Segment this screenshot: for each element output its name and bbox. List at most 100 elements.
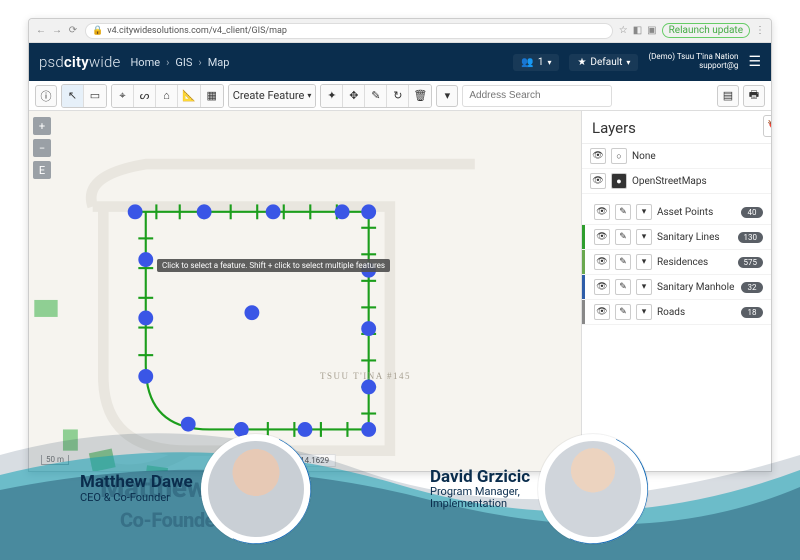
edit-tools: ✦ ✥ ✎ ↻ 🗑: [320, 84, 432, 108]
zoom-controls: + − E: [33, 117, 51, 179]
url-text: v4.citywidesolutions.com/v4_client/GIS/m…: [107, 26, 287, 36]
edit-icon[interactable]: ✎: [615, 229, 631, 245]
layer-roads[interactable]: 👁 ✎ ▾ Roads 18: [582, 300, 771, 325]
hamburger-icon[interactable]: ☰: [748, 54, 761, 70]
map-canvas[interactable]: + − E: [29, 111, 581, 471]
brush-tool[interactable]: ✦: [321, 85, 343, 107]
print-button[interactable]: 🖶: [743, 85, 765, 107]
chevron-down-icon: ▾: [547, 58, 551, 67]
locate-tool[interactable]: ᔕ: [134, 85, 156, 107]
layer-residences[interactable]: 👁 ✎ ▾ Residences 575: [582, 250, 771, 275]
account-info: (Demo) Tsuu T'ina Nation support@g: [648, 53, 738, 71]
measure-tool[interactable]: 📐: [178, 85, 201, 107]
presenter-1-name: Matthew Dawe: [80, 474, 193, 492]
filter-tool[interactable]: ▦: [201, 85, 223, 107]
layer-label: Sanitary Lines: [657, 232, 733, 243]
content-area: + − E: [29, 111, 771, 471]
create-feature-button[interactable]: Create Feature ▾: [229, 85, 316, 107]
layer-count: 32: [741, 282, 763, 293]
layer-asset-points[interactable]: 👁 ✎ ▾ Asset Points 40: [582, 200, 771, 225]
edit-icon[interactable]: ✎: [615, 254, 631, 270]
eye-icon[interactable]: 👁: [590, 148, 606, 164]
extent-button[interactable]: E: [33, 161, 51, 179]
redo-tool[interactable]: ↻: [387, 85, 409, 107]
pointer-tool[interactable]: ↖: [62, 85, 84, 107]
presenter-2-text: David Grzicic Program Manager, Implement…: [430, 469, 530, 510]
app-header: psdcitywide Home › GIS › Map 👥 1 ▾ ★ Def…: [29, 43, 771, 81]
presenter-1-text: Matthew Dawe CEO & Co-Founder: [80, 474, 193, 503]
home-tool[interactable]: ⌂: [156, 85, 178, 107]
reload-icon[interactable]: ⟳: [67, 25, 79, 36]
basemap-button[interactable]: ▤: [717, 85, 739, 107]
eye-icon[interactable]: 👁: [594, 254, 610, 270]
eye-icon[interactable]: 👁: [594, 229, 610, 245]
address-search[interactable]: [462, 85, 612, 107]
layer-label: Roads: [657, 307, 736, 318]
map-tooltip: Click to select a feature. Shift + click…: [157, 259, 390, 272]
view-tools: ⌖ ᔕ ⌂ 📐 ▦: [111, 84, 224, 108]
filter-icon[interactable]: ▾: [636, 279, 652, 295]
zoom-in-button[interactable]: +: [33, 117, 51, 135]
url-bar[interactable]: 🔒 v4.citywidesolutions.com/v4_client/GIS…: [85, 23, 613, 39]
eye-icon[interactable]: 👁: [594, 279, 610, 295]
chevron-right-icon: ›: [198, 56, 201, 69]
rect-select-tool[interactable]: ▭: [84, 85, 106, 107]
back-icon[interactable]: ←: [35, 25, 47, 36]
layer-label: Asset Points: [657, 207, 736, 218]
layer-label: OpenStreetMaps: [632, 176, 763, 187]
lock-icon: 🔒: [92, 26, 103, 36]
forward-icon[interactable]: →: [51, 25, 63, 36]
ext-icon[interactable]: ◧: [633, 25, 642, 36]
layer-label: None: [632, 151, 763, 162]
edit-icon[interactable]: ✎: [615, 204, 631, 220]
filter-icon[interactable]: ▾: [636, 254, 652, 270]
crumb-home[interactable]: Home: [130, 56, 160, 69]
users-count: 1: [538, 57, 544, 68]
filter-icon[interactable]: ▾: [636, 229, 652, 245]
star-icon: ★: [577, 57, 586, 68]
crumb-map[interactable]: Map: [208, 56, 230, 69]
layer-label: Residences: [657, 257, 733, 268]
zoom-extent-tool[interactable]: ⌖: [112, 85, 134, 107]
menu-icon[interactable]: ⋮: [755, 25, 765, 36]
relaunch-button[interactable]: Relaunch update: [662, 23, 750, 38]
chrome-right-icons: ☆ ◧ ▣ Relaunch update ⋮: [619, 23, 765, 38]
default-label: Default: [590, 57, 622, 68]
move-tool[interactable]: ✥: [343, 85, 365, 107]
star-icon[interactable]: ☆: [619, 25, 628, 36]
delete-tool[interactable]: 🗑: [409, 85, 431, 107]
layer-sanitary-lines[interactable]: 👁 ✎ ▾ Sanitary Lines 130: [582, 225, 771, 250]
edit-icon[interactable]: ✎: [615, 279, 631, 295]
search-input[interactable]: [469, 90, 605, 101]
browser-chrome: ← → ⟳ 🔒 v4.citywidesolutions.com/v4_clie…: [29, 19, 771, 43]
cast-icon[interactable]: ▣: [647, 25, 656, 36]
layer-base-none[interactable]: 👁 ○ None: [582, 144, 771, 169]
bookmark-button[interactable]: 🔖: [763, 115, 772, 137]
users-button[interactable]: 👥 1 ▾: [513, 54, 559, 71]
filter-icon[interactable]: ▾: [636, 204, 652, 220]
eye-icon[interactable]: 👁: [594, 204, 610, 220]
info-tool[interactable]: ⓘ: [35, 85, 57, 107]
chevron-down-icon: ▾: [626, 58, 630, 67]
chevron-right-icon: ›: [166, 56, 169, 69]
edit-tool[interactable]: ✎: [365, 85, 387, 107]
filter-icon[interactable]: ▾: [636, 304, 652, 320]
edit-icon[interactable]: ✎: [615, 304, 631, 320]
presenter-2-title1: Program Manager,: [430, 486, 530, 498]
ghost-title: Co-Founder and CEO: [120, 508, 299, 532]
layer-count: 18: [741, 307, 763, 318]
coord-readout: 50, -114.1629: [274, 454, 336, 467]
eye-icon[interactable]: 👁: [594, 304, 610, 320]
select-tools: ↖ ▭: [61, 84, 107, 108]
create-feature-group: Create Feature ▾: [228, 84, 317, 108]
layer-base-osm[interactable]: 👁 ● OpenStreetMaps: [582, 169, 771, 194]
zoom-out-button[interactable]: −: [33, 139, 51, 157]
default-button[interactable]: ★ Default ▾: [569, 54, 638, 71]
radio-on-icon[interactable]: ●: [611, 173, 627, 189]
scale-bar: 50 m: [41, 455, 69, 465]
eye-icon[interactable]: 👁: [590, 173, 606, 189]
radio-off-icon[interactable]: ○: [611, 148, 627, 164]
crumb-gis[interactable]: GIS: [175, 56, 192, 69]
layer-sanitary-manhole[interactable]: 👁 ✎ ▾ Sanitary Manhole 32: [582, 275, 771, 300]
dropdown-tool[interactable]: ▾: [436, 85, 458, 107]
